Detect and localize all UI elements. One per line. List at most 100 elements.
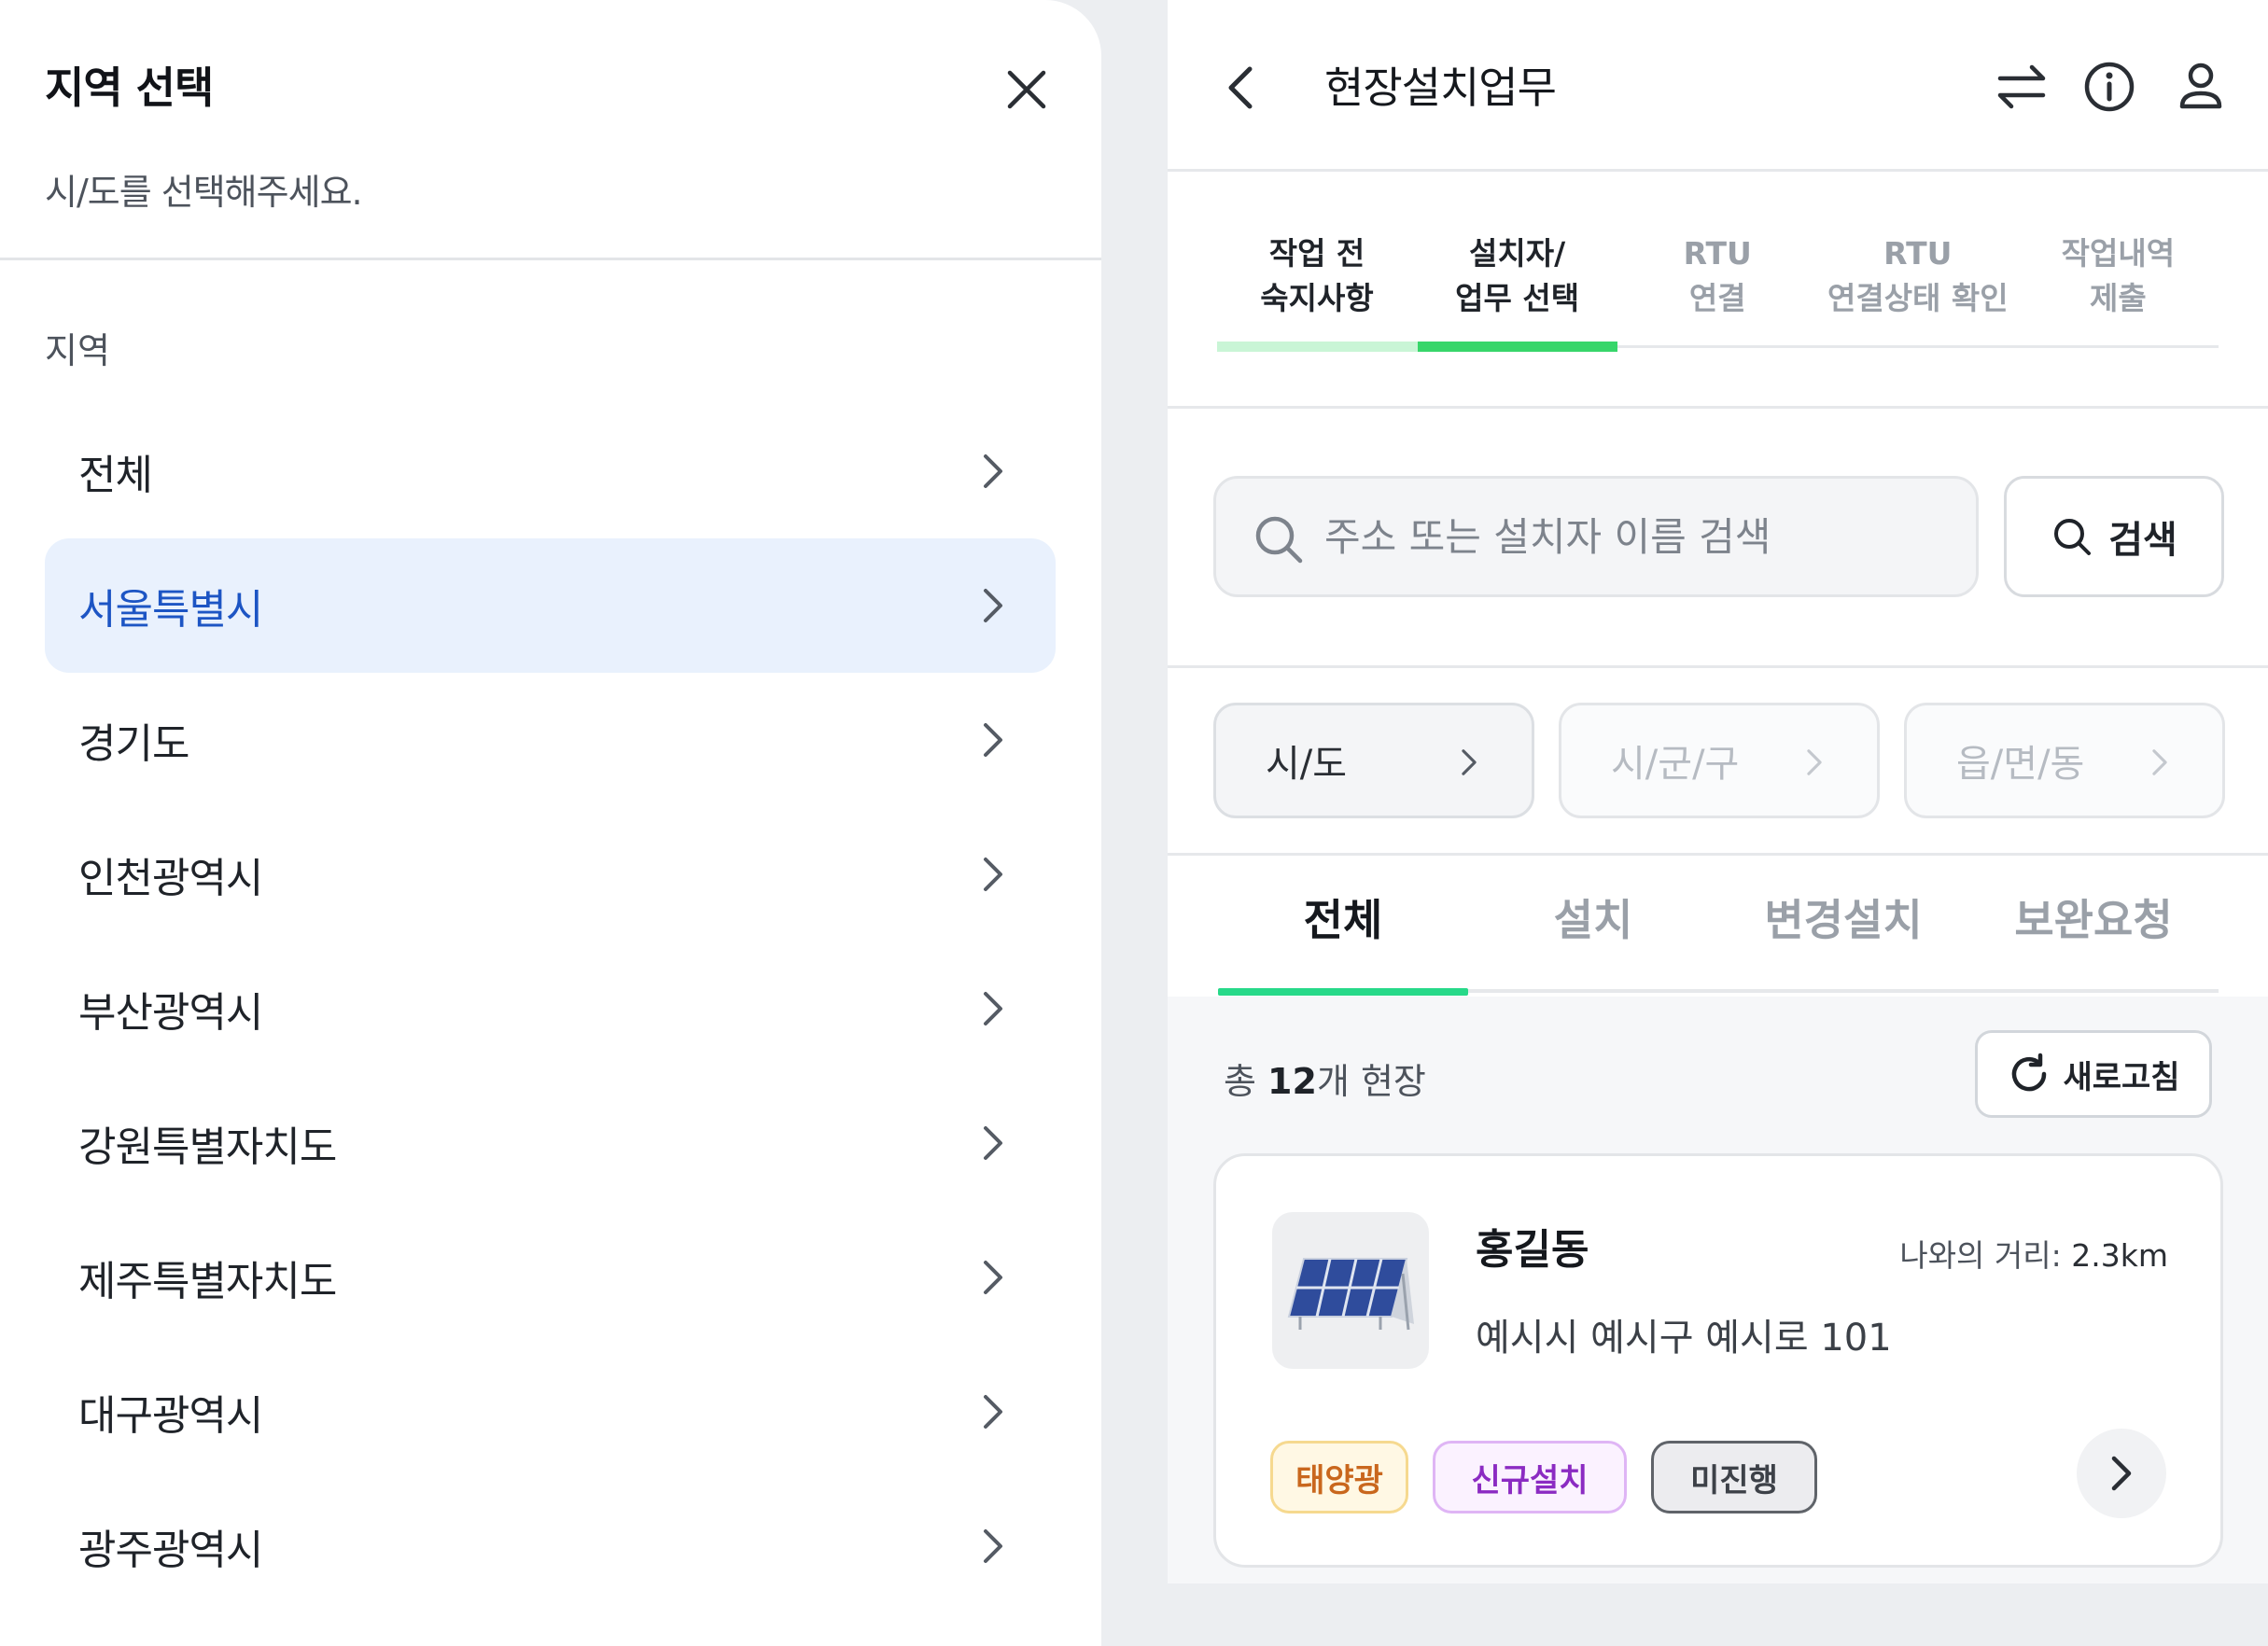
region-label: 서울특별시 [78,586,263,634]
filter-label: 시/군/구 [1611,743,1740,786]
filter-province[interactable]: 시/도 [1213,703,1534,818]
region-item[interactable]: 전체 [45,404,1056,538]
search-input[interactable] [1324,499,1959,574]
step-label: RTU [1883,235,1953,272]
region-label: 인천광역시 [78,855,263,902]
site-address: 예시시 예시구 예시로 101 [1476,1317,1892,1360]
region-item[interactable]: 서울특별시 [45,538,1056,673]
region-list: 전체서울특별시경기도인천광역시부산광역시강원특별자치도제주특별자치도대구광역시광… [45,404,1056,1613]
count-prefix: 총 [1224,1061,1268,1102]
refresh-icon [2012,1053,2047,1092]
tab-change-install[interactable]: 변경설치 [1718,886,1968,948]
search-icon [2054,519,2092,555]
region-select-sheet: 지역 선택 시/도를 선택해주세요. 지역 전체서울특별시경기도인천광역시부산광… [0,0,1101,1646]
step-4[interactable]: RTU 연결상태 확인 [1818,231,2018,321]
tab-indicator [1218,988,1468,996]
install-task-screen: 현장설치업무 작업 전 숙지사항 설치자/업무 선택 RTU 연결 RTU 연결상태 확인 작… [1168,0,2268,1583]
region-item[interactable]: 제주특별자치도 [45,1210,1056,1345]
distance-label: 나와의 거리: [1899,1237,2062,1274]
solar-panel-icon [1287,1258,1414,1331]
swap-icon[interactable] [1993,58,2051,116]
step-label: RTU [1683,235,1752,272]
page-title: 현장설치업무 [1324,63,1557,113]
distance-value: 2.3km [2071,1237,2168,1274]
region-item[interactable]: 광주광역시 [45,1479,1056,1613]
region-item[interactable]: 강원특별자치도 [45,1076,1056,1210]
divider [1168,665,2268,668]
count-suffix: 개 현장 [1316,1061,1426,1102]
progress-steps: 작업 전 숙지사항 설치자/업무 선택 RTU 연결 RTU 연결상태 확인 작업내역 제출 [1217,224,2219,352]
divider [1168,406,2268,409]
divider [1168,853,2268,856]
tab-all[interactable]: 전체 [1218,886,1468,948]
region-item[interactable]: 부산광역시 [45,942,1056,1076]
step-3[interactable]: RTU 연결 [1617,231,1817,321]
filter-city: 시/군/구 [1559,703,1880,818]
step-label: 연결 [1688,280,1746,316]
sheet-subtitle: 시/도를 선택해주세요. [45,172,363,213]
step-label: 숙지사항 [1260,280,1374,316]
count-value: 12 [1267,1061,1317,1102]
step-label: 설치자/ [1469,235,1566,272]
chevron-right-icon [984,1126,1002,1160]
badge-energy-type: 태양광 [1270,1441,1408,1513]
installer-name: 홍길동 [1476,1226,1589,1274]
step-label: 업무 선택 [1455,280,1580,316]
chevron-right-icon [1807,749,1822,775]
step-1[interactable]: 작업 전숙지사항 [1217,231,1417,321]
tab-supplement[interactable]: 보완요청 [1968,886,2219,948]
refresh-button[interactable]: 새로고침 [1975,1030,2212,1118]
search-button-label: 검색 [2108,519,2177,562]
chevron-right-icon [984,992,1002,1025]
badge-status: 미진행 [1651,1441,1817,1513]
task-type-tabs: 전체 설치 변경설치 보완요청 [1218,858,2219,997]
chevron-right-icon [2111,1456,2132,1491]
filter-label: 읍/면/동 [1956,743,2085,786]
search-field[interactable] [1213,476,1979,597]
step-label: 연결상태 확인 [1827,280,2009,316]
solar-panel-image [1272,1212,1429,1369]
close-icon[interactable] [1002,65,1051,114]
region-label: 광주광역시 [78,1527,263,1574]
card-detail-button[interactable] [2077,1429,2166,1518]
search-button[interactable]: 검색 [2004,476,2224,597]
info-icon[interactable] [2080,58,2138,116]
chevron-right-icon [984,1261,1002,1294]
step-2[interactable]: 설치자/업무 선택 [1418,231,1617,321]
search-icon [1255,516,1303,564]
step-label: 작업 전 [1268,235,1365,272]
chevron-right-icon [984,858,1002,891]
region-item[interactable]: 인천광역시 [45,807,1056,942]
refresh-label: 새로고침 [2063,1058,2180,1096]
divider [0,258,1101,260]
chevron-right-icon [984,1529,1002,1563]
filter-label: 시/도 [1266,743,1348,786]
region-label: 제주특별자치도 [78,1258,337,1305]
user-icon[interactable] [2172,58,2230,116]
chevron-right-icon [2152,749,2167,775]
step-label: 작업내역 [2061,235,2176,272]
region-label: 전체 [78,452,153,499]
region-item[interactable]: 대구광역시 [45,1345,1056,1479]
site-list-area: 총 12개 현장 새로고침 홍길동 나와의 거리: 2.3km 예시시 예시구 … [1168,997,2268,1583]
step-5[interactable]: 작업내역제출 [2018,231,2218,321]
site-count: 총 12개 현장 [1224,1053,1426,1104]
top-bar: 현장설치업무 [1168,0,2268,172]
chevron-right-icon [984,589,1002,622]
chevron-right-icon [1462,749,1477,775]
step-label: 제출 [2090,280,2147,316]
region-item[interactable]: 경기도 [45,673,1056,807]
back-icon[interactable] [1218,62,1265,114]
section-label: 지역 [45,330,110,371]
region-label: 부산광역시 [78,989,263,1037]
site-card[interactable]: 홍길동 나와의 거리: 2.3km 예시시 예시구 예시로 101 태양광 신규… [1213,1153,2223,1568]
region-label: 대구광역시 [78,1392,263,1440]
chevron-right-icon [984,1395,1002,1429]
region-label: 강원특별자치도 [78,1123,337,1171]
filter-town: 읍/면/동 [1904,703,2225,818]
step-progress-bar [1417,342,1618,352]
region-label: 경기도 [78,720,189,768]
badge-install-type: 신규설치 [1433,1441,1627,1513]
tab-install[interactable]: 설치 [1468,886,1718,948]
sheet-title: 지역 선택 [45,63,214,113]
